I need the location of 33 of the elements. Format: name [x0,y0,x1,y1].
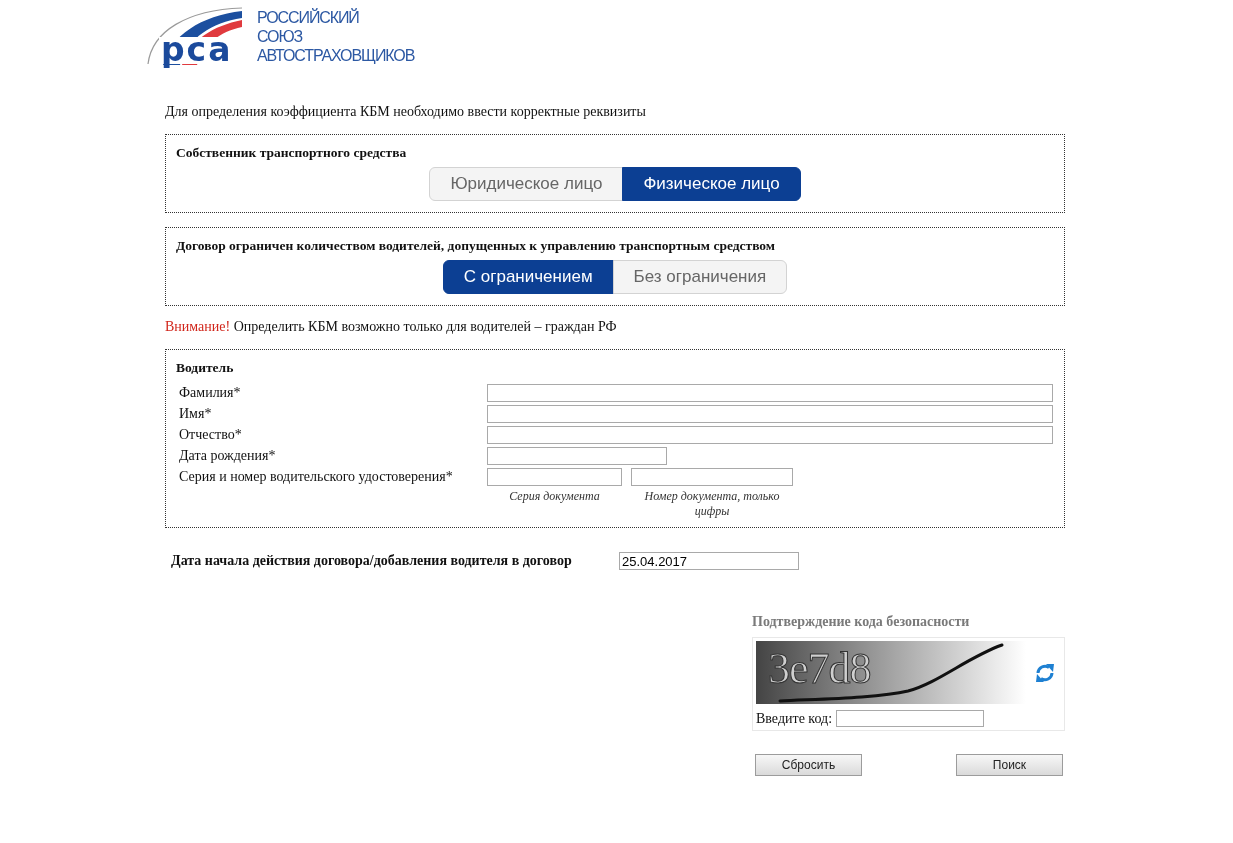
date-field[interactable] [487,447,667,465]
field-label: Введите код: [756,710,833,727]
form-button[interactable]: Поиск [956,754,1063,776]
captcha-title: Подтверждение кода безопасности [752,614,971,630]
field-label: Дата рождения* [179,447,277,465]
field-label: Дата начала действия договора/добавления водителя в договор [171,553,573,569]
warning-text: Определить КБМ возможно только для водителей – граждан РФ [233,319,617,334]
section-title: Договор ограничен количеством водителей, допущенных к управлению транспортным средством [176,238,777,254]
input-field[interactable] [487,405,1053,423]
toggle-button[interactable]: Юридическое лицо [429,167,624,201]
warning-label: Внимание! [165,319,231,334]
field-label: Серия и номер водительского удостоверения* [179,468,454,486]
field-hint: Серия документа [508,489,601,504]
intro-text: Для определения коэффициента КБМ необходимо ввести корректные реквизиты [165,104,647,120]
section-title: Собственник транспортного средства [176,145,408,161]
field-hint: Номер документа, только цифры [643,489,781,519]
date-field[interactable]: 25.04.2017 [619,552,799,570]
input-field[interactable] [487,468,622,486]
input-field[interactable] [631,468,793,486]
field-label: Фамилия* [179,384,242,402]
toggle-button[interactable]: Физическое лицо [622,167,801,201]
code-input-field[interactable] [836,710,985,727]
refresh-icon[interactable] [1035,662,1055,683]
logo-text: РОССИЙСКИЙ СОЮЗ АВТОСТРАХОВЩИКОВ [257,8,415,65]
toggle-button[interactable]: С ограничением [442,260,614,294]
section-title: Водитель [176,360,235,376]
field-label: Имя* [179,405,213,423]
input-field[interactable] [487,384,1053,402]
form-button[interactable]: Сбросить [755,754,862,776]
input-field[interactable] [487,426,1053,444]
toggle-button[interactable]: Без ограничения [612,260,788,294]
field-label: Отчество* [179,426,243,444]
captcha-code: 3e7d8 [768,644,871,693]
